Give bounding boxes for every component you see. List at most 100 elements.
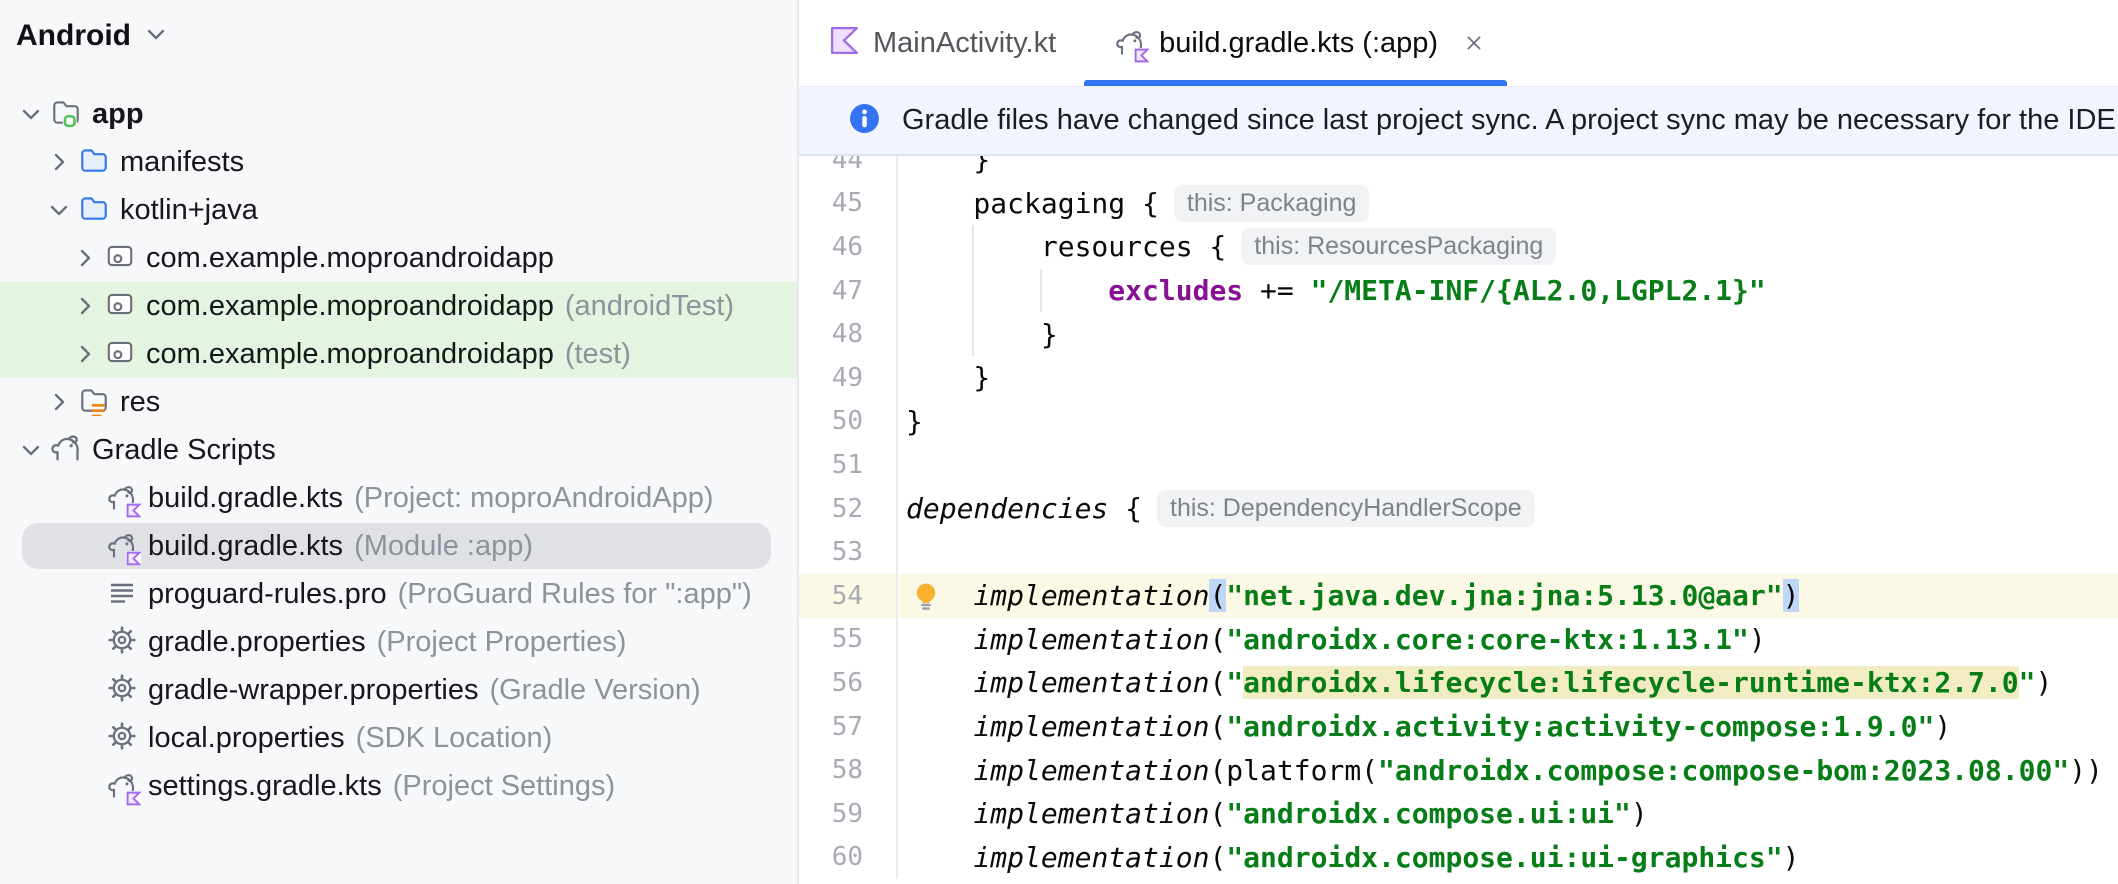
tree-item-manifests[interactable]: manifests <box>0 138 797 186</box>
line-number[interactable]: 49 <box>799 355 898 400</box>
intention-bulb-icon[interactable] <box>910 580 942 619</box>
code-line-47[interactable]: 47 excludes += "/META-INF/{AL2.0,LGPL2.1… <box>799 268 2118 313</box>
line-number[interactable]: 48 <box>799 312 898 356</box>
tree-item-label: build.gradle.kts <box>148 481 344 514</box>
code-line-46[interactable]: 46 resources {this: ResourcesPackaging <box>799 225 2118 269</box>
code-line-49[interactable]: 49 } <box>799 355 2118 400</box>
chevron-right-icon[interactable] <box>70 243 100 273</box>
project-view-selector[interactable]: Android <box>0 0 797 58</box>
code-segment: ( <box>1209 710 1227 744</box>
code-text: resources {this: ResourcesPackaging <box>898 225 2118 269</box>
code-line-60[interactable]: 60 implementation("androidx.compose.ui:u… <box>799 835 2118 880</box>
line-number[interactable]: 53 <box>799 530 898 574</box>
tree-item-app[interactable]: app <box>0 90 797 138</box>
line-number[interactable]: 54 <box>799 573 898 618</box>
code-segment: } <box>906 404 923 438</box>
editor-tab-build-gradle-kts-app[interactable]: build.gradle.kts (:app) <box>1084 0 1508 86</box>
code-text: implementation("androidx.compose.ui:ui-g… <box>898 836 2118 880</box>
code-editor[interactable]: 44 } 45 packaging {this: Packaging 46 reso… <box>799 156 2118 884</box>
tree-item-build-gradle-kts-project[interactable]: build.gradle.kts (Project: moproAndroidAp… <box>0 474 797 522</box>
line-number[interactable]: 56 <box>799 661 898 705</box>
tree-item-gradle-scripts[interactable]: Gradle Scripts <box>0 426 797 474</box>
code-segment: dependencies <box>906 492 1109 526</box>
code-text: dependencies {this: DependencyHandlerSco… <box>898 487 2118 531</box>
code-line-50[interactable]: 50} <box>799 399 2118 444</box>
line-number[interactable]: 59 <box>799 791 898 836</box>
tab-label: MainActivity.kt <box>873 26 1057 59</box>
tree-item-secondary-label: (SDK Location) <box>355 721 553 754</box>
tree-item-com-example-moproandroidapp-androidtest[interactable]: com.example.moproandroidapp (androidTest) <box>0 282 797 330</box>
line-number[interactable]: 45 <box>799 181 898 226</box>
line-number[interactable]: 57 <box>799 704 898 749</box>
code-line-59[interactable]: 59 implementation("androidx.compose.ui:u… <box>799 791 2118 836</box>
kotlin-icon <box>829 25 860 61</box>
tree-item-com-example-moproandroidapp[interactable]: com.example.moproandroidapp <box>0 234 797 282</box>
code-text: implementation("androidx.compose.ui:ui") <box>898 792 2118 836</box>
chevron-right-icon[interactable] <box>70 291 100 321</box>
gradle-kts-icon <box>106 770 142 806</box>
line-number[interactable]: 44 <box>799 156 898 182</box>
tree-item-kotlin-java[interactable]: kotlin+java <box>0 186 797 234</box>
code-line-44[interactable]: 44 } <box>799 156 2118 182</box>
line-number[interactable]: 58 <box>799 748 898 792</box>
code-line-53[interactable]: 53 <box>799 530 2118 574</box>
package-icon <box>104 240 136 277</box>
code-segment: implementation <box>973 797 1210 831</box>
code-line-48[interactable]: 48 } <box>799 312 2118 356</box>
line-number[interactable]: 55 <box>799 617 898 662</box>
chevron-down-icon[interactable] <box>16 435 46 465</box>
code-segment: ( <box>1209 797 1227 831</box>
line-number[interactable]: 60 <box>799 835 898 880</box>
line-number[interactable]: 46 <box>799 225 898 269</box>
tree-item-gradle-properties[interactable]: gradle.properties (Project Properties) <box>0 618 797 666</box>
code-segment: resources { <box>906 230 1227 264</box>
code-line-51[interactable]: 51 <box>799 443 2118 487</box>
code-text: implementation (platform("androidx.compos… <box>898 748 2118 792</box>
code-segment: packaging { <box>906 186 1159 220</box>
code-text: implementation("net.java.dev.jna:jna:5.1… <box>898 574 2118 618</box>
code-segment: "androidx.compose.ui:ui-graphics" <box>1226 840 1783 874</box>
code-segment: ) <box>1934 710 1952 744</box>
code-line-58[interactable]: 58 implementation (platform("androidx.com… <box>799 748 2118 792</box>
code-segment: ( <box>1209 840 1227 874</box>
chevron-down-icon[interactable] <box>16 99 46 129</box>
tree-item-secondary-label: (Project Settings) <box>392 769 616 802</box>
chevron-right-icon[interactable] <box>44 147 74 177</box>
tree-item-com-example-moproandroidapp-test[interactable]: com.example.moproandroidapp (test) <box>0 330 797 378</box>
close-icon[interactable] <box>1461 30 1487 56</box>
code-segment: ) <box>2035 666 2053 700</box>
line-number[interactable]: 51 <box>799 443 898 487</box>
chevron-down-icon <box>141 19 171 54</box>
code-segment: implementation <box>973 579 1210 613</box>
code-segment: "/META-INF/{AL2.0,LGPL2.1}" <box>1310 274 1766 308</box>
tree-item-local-properties[interactable]: local.properties (SDK Location) <box>0 714 797 762</box>
code-segment: } <box>906 361 991 395</box>
tree-item-settings-gradle-kts[interactable]: settings.gradle.kts (Project Settings) <box>0 762 797 810</box>
code-line-57[interactable]: 57 implementation("androidx.activity:act… <box>799 704 2118 749</box>
tree-item-proguard-rules-pro[interactable]: proguard-rules.pro (ProGuard Rules for ":… <box>0 570 797 618</box>
code-line-54[interactable]: 54 implementation("net.java.dev.jna:jna:… <box>799 573 2118 618</box>
code-line-45[interactable]: 45 packaging {this: Packaging <box>799 181 2118 226</box>
code-text: } <box>898 356 2118 400</box>
code-segment: } <box>906 156 991 177</box>
tree-item-build-gradle-kts-module-app[interactable]: build.gradle.kts (Module :app) <box>0 522 797 570</box>
code-segment: ( <box>1209 579 1227 613</box>
code-line-56[interactable]: 56 implementation(" androidx.lifecycle:li… <box>799 661 2118 705</box>
line-number[interactable]: 50 <box>799 399 898 444</box>
chevron-right-icon[interactable] <box>70 339 100 369</box>
code-segment: ) <box>1630 797 1648 831</box>
code-line-52[interactable]: 52 dependencies {this: DependencyHandlerS… <box>799 486 2118 531</box>
tree-item-res[interactable]: res <box>0 378 797 426</box>
chevron-right-icon[interactable] <box>44 387 74 417</box>
code-segment: "androidx.compose.ui:ui" <box>1226 797 1631 831</box>
line-number[interactable]: 52 <box>799 486 898 531</box>
chevron-down-icon[interactable] <box>44 195 74 225</box>
line-number[interactable]: 47 <box>799 268 898 313</box>
tree-item-gradle-wrapper-properties[interactable]: gradle-wrapper.properties (Gradle Version… <box>0 666 797 714</box>
code-line-55[interactable]: 55 implementation("androidx.core:core-kt… <box>799 617 2118 662</box>
project-tree: app manifests kotlin+java com.example.mopro… <box>0 90 797 810</box>
editor-tab-mainactivity-kt[interactable]: MainActivity.kt <box>799 0 1084 86</box>
